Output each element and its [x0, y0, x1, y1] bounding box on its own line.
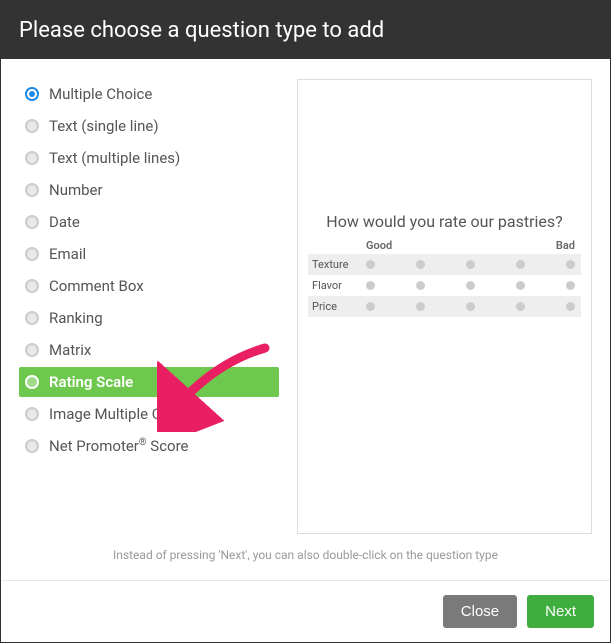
type-item-label: Multiple Choice: [49, 85, 152, 103]
modal-title: Please choose a question type to add: [19, 18, 384, 43]
rating-row-label: Price: [308, 300, 360, 313]
rating-dot[interactable]: [466, 260, 475, 269]
type-item-label: Net Promoter® Score: [49, 437, 189, 455]
question-type-list: Multiple Choice Text (single line) Text (m…: [19, 79, 279, 534]
scale-left-label: Good: [366, 239, 392, 252]
rating-dot[interactable]: [416, 281, 425, 290]
type-item-label: Matrix: [49, 341, 91, 359]
type-item[interactable]: Comment Box: [19, 271, 279, 301]
rating-dot[interactable]: [366, 302, 375, 311]
preview-question-title: How would you rate our pastries?: [308, 212, 581, 231]
rating-dot[interactable]: [566, 281, 575, 290]
type-item-label: Comment Box: [49, 277, 144, 295]
type-item-label: Text (single line): [49, 117, 159, 135]
type-item-label: Date: [49, 213, 80, 231]
type-item[interactable]: Text (multiple lines): [19, 143, 279, 173]
type-item[interactable]: Email: [19, 239, 279, 269]
question-type-modal: Please choose a question type to add Mul…: [0, 0, 611, 643]
rating-dot[interactable]: [566, 260, 575, 269]
type-item-label: Ranking: [49, 309, 103, 327]
modal-footer: Close Next: [1, 580, 610, 642]
rating-table: Good Bad Texture Flavor Price: [308, 237, 581, 317]
rating-row: Price: [308, 296, 581, 317]
type-item[interactable]: Multiple Choice: [19, 79, 279, 109]
radio-icon: [25, 343, 39, 357]
rating-dot[interactable]: [516, 260, 525, 269]
radio-icon: [25, 439, 39, 453]
rating-dot[interactable]: [466, 302, 475, 311]
radio-icon: [25, 87, 39, 101]
type-item[interactable]: Text (single line): [19, 111, 279, 141]
rating-row-dots: [360, 302, 581, 311]
hint-text: Instead of pressing 'Next', you can also…: [1, 534, 610, 580]
rating-row-dots: [360, 281, 581, 290]
scale-right-label: Bad: [556, 239, 575, 252]
rating-dot[interactable]: [516, 281, 525, 290]
type-item-label: Email: [49, 245, 86, 263]
preview-pane: How would you rate our pastries? Good Ba…: [297, 79, 592, 534]
radio-icon: [25, 215, 39, 229]
close-button[interactable]: Close: [443, 595, 517, 628]
type-item[interactable]: Number: [19, 175, 279, 205]
type-item[interactable]: Net Promoter® Score: [19, 431, 279, 461]
radio-icon: [25, 279, 39, 293]
radio-icon: [25, 247, 39, 261]
rating-dot[interactable]: [566, 302, 575, 311]
type-item[interactable]: Ranking: [19, 303, 279, 333]
type-item-label: Rating Scale: [49, 373, 133, 391]
rating-dot[interactable]: [516, 302, 525, 311]
rating-dot[interactable]: [466, 281, 475, 290]
rating-dot[interactable]: [366, 281, 375, 290]
type-item[interactable]: Rating Scale: [19, 367, 279, 397]
type-item-label: Number: [49, 181, 103, 199]
radio-icon: [25, 183, 39, 197]
radio-icon: [25, 151, 39, 165]
modal-body: Multiple Choice Text (single line) Text (m…: [1, 59, 610, 534]
type-item-label: Image Multiple Choice: [49, 405, 198, 423]
type-item[interactable]: Image Multiple Choice: [19, 399, 279, 429]
type-item-label: Text (multiple lines): [49, 149, 180, 167]
rating-row-label: Texture: [308, 258, 360, 271]
type-item[interactable]: Matrix: [19, 335, 279, 365]
rating-dot[interactable]: [416, 260, 425, 269]
rating-row: Texture: [308, 254, 581, 275]
type-item[interactable]: Date: [19, 207, 279, 237]
radio-icon: [25, 119, 39, 133]
rating-row: Flavor: [308, 275, 581, 296]
radio-icon: [25, 407, 39, 421]
preview-content: How would you rate our pastries? Good Ba…: [308, 212, 581, 317]
radio-icon: [25, 311, 39, 325]
rating-row-label: Flavor: [308, 279, 360, 292]
rating-scale-header: Good Bad: [308, 237, 581, 254]
radio-icon: [25, 375, 39, 389]
rating-dot[interactable]: [366, 260, 375, 269]
next-button[interactable]: Next: [527, 595, 594, 628]
rating-row-dots: [360, 260, 581, 269]
modal-header: Please choose a question type to add: [1, 4, 610, 59]
rating-dot[interactable]: [416, 302, 425, 311]
